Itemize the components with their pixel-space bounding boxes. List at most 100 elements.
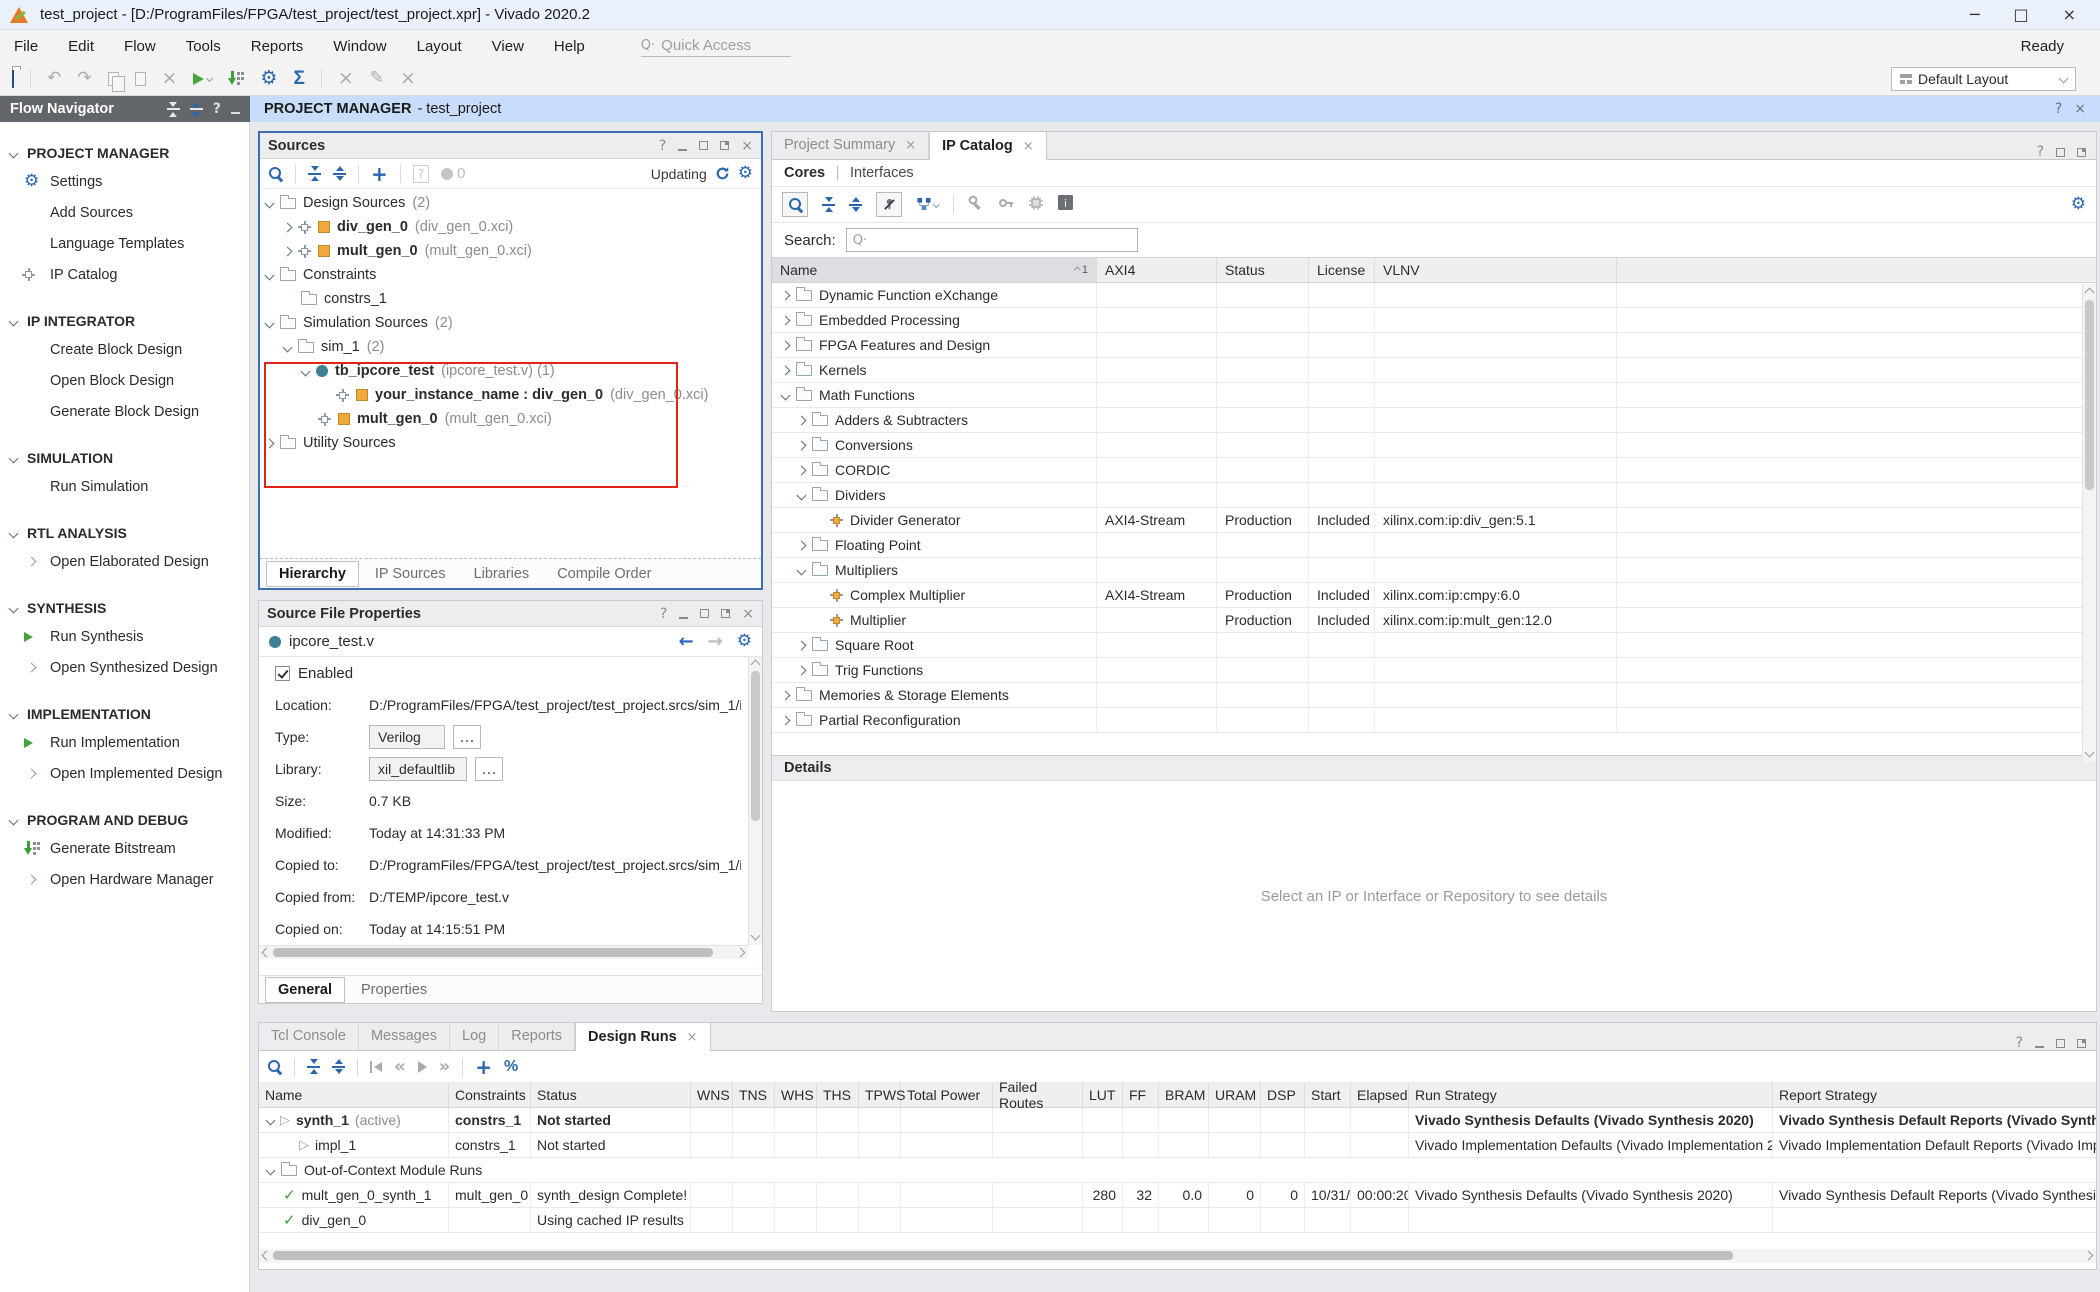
float-panel-icon[interactable] [2077,148,2086,157]
catalog-row[interactable]: Multipliers [772,558,2096,583]
collapse-all-icon[interactable] [308,166,321,181]
sidebar-item-run-synthesis[interactable]: Run Synthesis [0,621,249,652]
run-row-mult-gen-0-synth-1[interactable]: ✓mult_gen_0_synth_1 mult_gen_0 synth_des… [259,1183,2096,1208]
column-header[interactable]: DSP [1261,1083,1305,1107]
expand-all-icon[interactable] [849,197,862,212]
chevron-right-icon[interactable] [265,438,275,448]
catalog-row[interactable]: Math Functions [772,383,2096,408]
library-field[interactable]: xil_defaultlib [369,757,467,781]
help-icon[interactable]: ? [659,139,666,153]
enabled-checkbox[interactable] [275,666,290,681]
menu-layout[interactable]: Layout [417,38,462,55]
scrollbar-thumb[interactable] [273,1251,1733,1260]
section-header[interactable]: IP INTEGRATOR [0,308,249,334]
chevron-right-icon[interactable] [781,290,791,300]
column-header[interactable]: LUT [1083,1083,1123,1107]
collapse-all-icon[interactable] [167,102,180,117]
column-license[interactable]: License [1309,258,1375,282]
tab-compile-order[interactable]: Compile Order [545,562,663,586]
tab-libraries[interactable]: Libraries [462,562,542,586]
tab-log[interactable]: Log [450,1022,499,1050]
chevron-down-icon[interactable] [781,390,791,400]
horizontal-scrollbar[interactable] [259,945,748,959]
tree-item-div-gen-0[interactable]: div_gen_0(div_gen_0.xci) [260,215,761,239]
maximize-panel-icon[interactable] [700,609,709,618]
expand-all-icon[interactable] [333,166,346,181]
tree-item-sim-mult-gen-0[interactable]: mult_gen_0(mult_gen_0.xci) [260,407,761,431]
catalog-row[interactable]: Conversions [772,433,2096,458]
tree-item-design-sources[interactable]: Design Sources(2) [260,191,761,215]
minimize-panel-icon[interactable] [679,617,688,619]
tab-reports[interactable]: Reports [499,1022,575,1050]
chevron-right-icon[interactable] [781,690,791,700]
chevron-down-icon[interactable] [283,342,293,352]
sidebar-item-run-implementation[interactable]: Run Implementation [0,727,249,758]
paste-icon[interactable] [135,72,146,86]
close-icon[interactable]: × [2074,102,2086,116]
view-interfaces[interactable]: Interfaces [850,165,914,181]
collapse-all-icon[interactable] [307,1059,320,1074]
vertical-scrollbar[interactable] [748,657,762,945]
column-header[interactable]: URAM [1209,1083,1261,1107]
chevron-right-icon[interactable] [797,465,807,475]
back-icon[interactable]: ← [679,633,694,651]
create-run-icon[interactable]: + [475,1057,492,1077]
column-header[interactable]: Status [531,1083,691,1107]
sidebar-item-open-hardware-manager[interactable]: Open Hardware Manager [0,864,249,895]
menu-flow[interactable]: Flow [124,38,156,55]
column-name[interactable]: Name1 [772,258,1097,282]
sidebar-item-generate-bitstream[interactable]: Generate Bitstream [0,833,249,864]
chevron-right-icon[interactable] [781,315,791,325]
chevron-down-icon[interactable] [265,270,275,280]
delete-icon[interactable]: × [162,69,178,88]
settings-gear-icon[interactable]: ⚙ [260,69,277,88]
chevron-right-icon[interactable] [797,540,807,550]
tab-tcl-console[interactable]: Tcl Console [259,1022,359,1050]
menu-edit[interactable]: Edit [68,38,94,55]
window-maximize-button[interactable]: □ [2013,7,2028,23]
chevron-right-icon[interactable] [781,340,791,350]
browse-button[interactable]: … [475,757,503,781]
catalog-row[interactable]: CORDIC [772,458,2096,483]
catalog-row[interactable]: Kernels [772,358,2096,383]
browse-button[interactable]: … [453,725,481,749]
column-header[interactable]: Failed Routes [993,1083,1083,1107]
percent-icon[interactable]: % [504,1058,518,1076]
menu-file[interactable]: File [14,38,38,55]
close-icon[interactable]: × [742,607,754,621]
tree-item-constrs-1[interactable]: constrs_1 [260,287,761,311]
menu-view[interactable]: View [492,38,524,55]
gear-icon[interactable]: ⚙ [2071,196,2086,213]
help-icon[interactable]: ? [660,607,667,621]
chevron-down-icon[interactable] [265,318,275,328]
sidebar-item-create-block-design[interactable]: Create Block Design [0,334,249,365]
scrollbar-thumb[interactable] [2085,300,2094,490]
run-group-out-of-context[interactable]: Out-of-Context Module Runs [259,1158,2096,1183]
search-input[interactable]: Q· [846,228,1138,252]
forward-icon[interactable]: → [708,633,723,651]
collapse-all-icon[interactable] [822,197,835,212]
catalog-row[interactable]: Dynamic Function eXchange [772,283,2096,308]
window-close-button[interactable]: × [2063,7,2076,23]
horizontal-scrollbar[interactable] [259,1249,2096,1263]
float-panel-icon[interactable] [720,141,729,150]
menu-reports[interactable]: Reports [251,38,304,55]
close-icon[interactable]: × [1023,140,1034,153]
section-header[interactable]: SIMULATION [0,445,249,471]
generate-bitstream-icon[interactable] [228,71,244,87]
column-status[interactable]: Status [1217,258,1309,282]
type-field[interactable]: Verilog [369,725,445,749]
expand-all-icon[interactable] [332,1059,345,1074]
sidebar-item-add-sources[interactable]: Add Sources [0,197,249,228]
help-icon[interactable]: ? [2055,102,2062,116]
catalog-row[interactable]: Square Root [772,633,2096,658]
tree-item-simulation-sources[interactable]: Simulation Sources(2) [260,311,761,335]
column-header[interactable]: FF [1123,1083,1159,1107]
run-row-impl-1[interactable]: ▷impl_1 constrs_1 Not started Vivado Imp… [259,1133,2096,1158]
column-header[interactable]: WNS [691,1083,733,1107]
float-panel-icon[interactable] [2077,1039,2086,1048]
tab-ip-catalog[interactable]: IP Catalog× [929,131,1047,160]
help-icon[interactable]: ? [2016,1036,2023,1050]
maximize-panel-icon[interactable] [2056,148,2065,157]
column-header[interactable]: Name [259,1083,449,1107]
